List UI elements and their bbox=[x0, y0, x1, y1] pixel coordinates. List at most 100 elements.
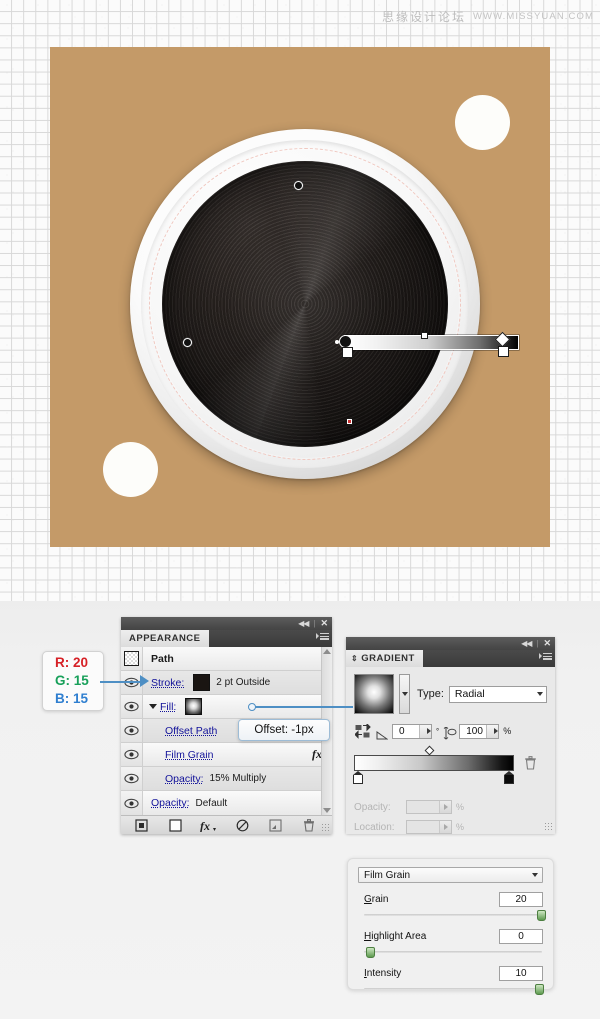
appearance-panel-titlebar[interactable]: ◀◀ | ✕ bbox=[121, 617, 332, 630]
film-grain-effect-select[interactable]: Film Grain bbox=[358, 867, 543, 883]
callout-arrow-stroke-icon bbox=[140, 675, 149, 687]
offset-path-visibility-toggle[interactable] bbox=[121, 719, 143, 742]
gradient-angle-row: 0 ° 100 % bbox=[354, 723, 547, 740]
highlight-area-slider-knob[interactable] bbox=[365, 947, 375, 958]
clear-appearance-icon[interactable] bbox=[232, 818, 252, 833]
intensity-slider[interactable] bbox=[364, 984, 544, 995]
panel-menu-lines-icon bbox=[543, 653, 552, 660]
add-new-stroke-icon[interactable] bbox=[132, 818, 152, 833]
titlebar-divider: | bbox=[536, 638, 539, 648]
intensity-label-rest: ntensity bbox=[366, 968, 402, 979]
gradient-type-value: Radial bbox=[454, 688, 485, 700]
fill-gradient-swatch[interactable] bbox=[185, 698, 203, 715]
delete-item-icon[interactable] bbox=[299, 818, 319, 833]
watermark-en: WWW.MISSYUAN.COM bbox=[472, 11, 594, 22]
appearance-panel-footer[interactable]: fx bbox=[121, 815, 332, 834]
gradient-annotator-bar[interactable] bbox=[344, 335, 519, 350]
gradient-resize-grip[interactable] bbox=[544, 822, 553, 831]
film-grain-visibility-toggle[interactable] bbox=[121, 743, 143, 766]
highlight-area-slider[interactable] bbox=[364, 947, 542, 958]
gradient-midpoint-diamond[interactable] bbox=[424, 745, 435, 756]
intensity-slider-track bbox=[364, 988, 542, 990]
appearance-row-opacity-object[interactable]: Opacity: Default bbox=[121, 791, 332, 815]
gradient-end-stop[interactable] bbox=[498, 346, 509, 357]
tab-gradient[interactable]: ⇕ GRADIENT bbox=[346, 650, 423, 667]
opacity-object-visibility-toggle[interactable] bbox=[121, 791, 143, 815]
gradient-opacity-label: Opacity: bbox=[354, 801, 391, 813]
close-icon[interactable]: ✕ bbox=[320, 619, 328, 628]
intensity-slider-knob[interactable] bbox=[534, 984, 544, 995]
gradient-preset-dropdown[interactable] bbox=[399, 674, 410, 714]
gradient-panel-titlebar[interactable]: ◀◀ | ✕ bbox=[346, 637, 555, 650]
tab-appearance[interactable]: APPEARANCE bbox=[121, 630, 209, 647]
eye-icon bbox=[124, 773, 139, 784]
gradient-location-label: Location: bbox=[354, 821, 395, 833]
path-thumbnail bbox=[121, 647, 143, 670]
duplicate-item-icon[interactable] bbox=[266, 818, 286, 833]
reverse-gradient-icon[interactable] bbox=[354, 723, 372, 739]
watermark-cn: 思缘设计论坛 bbox=[381, 10, 466, 24]
grain-slider-track bbox=[364, 914, 542, 916]
film-grain-options-panel[interactable]: Film Grain Grain 20 Highlight Area 0 Int… bbox=[347, 858, 554, 995]
gradient-midpoint-stop[interactable] bbox=[421, 332, 428, 339]
appearance-row-opacity-fill[interactable]: Opacity: 15% Multiply bbox=[121, 767, 332, 791]
gradient-aspect-value: 100 bbox=[466, 725, 483, 737]
gradient-panel-tabbar[interactable]: ⇕ GRADIENT bbox=[346, 650, 555, 667]
fill-disclosure-triangle-icon[interactable] bbox=[149, 703, 157, 712]
appearance-row-film-grain-label[interactable]: Film Grain bbox=[157, 749, 213, 761]
add-new-effect-icon[interactable]: fx bbox=[199, 818, 219, 833]
appearance-resize-grip[interactable] bbox=[321, 823, 330, 832]
gradient-stop-black[interactable] bbox=[504, 771, 514, 784]
add-new-fill-icon[interactable] bbox=[165, 818, 185, 833]
appearance-row-stroke[interactable]: Stroke: 2 pt Outside bbox=[121, 671, 332, 695]
eye-icon bbox=[124, 798, 139, 808]
appearance-row-opacity-fill-value[interactable]: 15% Multiply bbox=[210, 773, 267, 784]
close-icon[interactable]: ✕ bbox=[543, 639, 551, 648]
scroll-up-icon[interactable] bbox=[323, 649, 331, 654]
gradient-aspect-stepper[interactable] bbox=[486, 724, 499, 738]
gradient-preview-swatch[interactable] bbox=[354, 674, 394, 714]
appearance-row-opacity-object-label[interactable]: Opacity: bbox=[143, 797, 190, 809]
grain-slider-knob[interactable] bbox=[536, 910, 546, 921]
scroll-down-icon[interactable] bbox=[323, 808, 331, 813]
appearance-row-opacity-object-value[interactable]: Default bbox=[196, 798, 228, 809]
gradient-stop-white[interactable] bbox=[353, 771, 363, 784]
artboard[interactable] bbox=[50, 47, 550, 547]
stroke-color-swatch[interactable] bbox=[193, 674, 211, 691]
panel-menu-icon[interactable] bbox=[539, 653, 552, 660]
collapse-icon[interactable]: ◀◀ bbox=[521, 639, 532, 648]
opacity-fill-visibility-toggle[interactable] bbox=[121, 767, 143, 790]
gradient-slider[interactable]: 255 255 255 0 0 0 bbox=[353, 745, 547, 937]
grain-slider[interactable] bbox=[364, 910, 546, 921]
offset-tooltip-text: Offset: -1px bbox=[254, 724, 314, 736]
vinyl-record[interactable] bbox=[130, 129, 519, 479]
gradient-angle-field[interactable]: 0 bbox=[392, 723, 432, 739]
appearance-row-offset-path-label[interactable]: Offset Path bbox=[157, 725, 217, 737]
gradient-type-row: Type: Radial bbox=[354, 674, 547, 714]
path-anchor-point-left[interactable] bbox=[183, 338, 192, 347]
appearance-row-opacity-fill-label[interactable]: Opacity: bbox=[157, 773, 204, 785]
gradient-type-select[interactable]: Radial bbox=[448, 685, 547, 703]
gradient-location-field bbox=[406, 820, 452, 834]
gradient-angle-stepper[interactable] bbox=[419, 724, 431, 738]
gradient-aspect-field[interactable]: 100 bbox=[459, 723, 500, 739]
grain-value-field[interactable]: 20 bbox=[499, 892, 543, 907]
gradient-panel[interactable]: ◀◀ | ✕ ⇕ GRADIENT Type: Radial 0 ° 100 %… bbox=[346, 637, 555, 937]
appearance-row-stroke-value[interactable]: 2 pt Outside bbox=[216, 677, 270, 688]
appearance-panel-tabbar[interactable]: APPEARANCE bbox=[121, 630, 332, 647]
panel-menu-icon[interactable] bbox=[316, 633, 329, 640]
collapse-icon[interactable]: ◀◀ bbox=[298, 619, 309, 628]
appearance-row-film-grain[interactable]: Film Grain fx bbox=[121, 743, 332, 767]
highlight-area-value-field[interactable]: 0 bbox=[499, 929, 543, 944]
fill-visibility-toggle[interactable] bbox=[121, 695, 143, 718]
path-anchor-point-top[interactable] bbox=[294, 181, 303, 190]
intensity-value-field[interactable]: 10 bbox=[499, 966, 543, 981]
appearance-row-stroke-label[interactable]: Stroke: bbox=[143, 677, 184, 689]
appearance-row-path[interactable]: Path bbox=[121, 647, 332, 671]
gradient-start-stop[interactable] bbox=[342, 347, 353, 358]
gradient-opacity-field bbox=[406, 800, 452, 814]
gradient-ramp[interactable] bbox=[354, 755, 514, 771]
path-anchor-point-bottom[interactable] bbox=[347, 419, 352, 424]
delete-stop-icon[interactable] bbox=[524, 756, 537, 775]
appearance-row-fill-label[interactable]: Fill: bbox=[157, 701, 176, 713]
